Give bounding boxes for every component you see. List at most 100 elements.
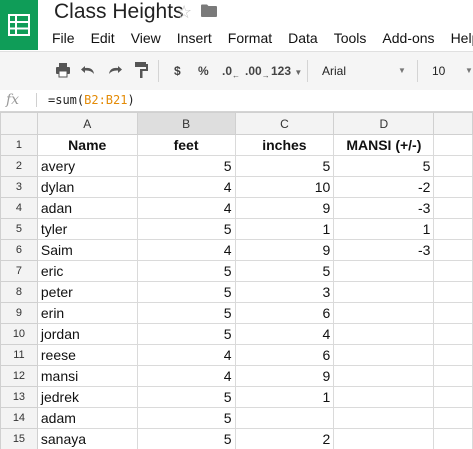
chevron-down-icon[interactable]: ▼: [465, 63, 473, 79]
cell-e[interactable]: [433, 281, 473, 303]
cell-b[interactable]: 5: [136, 155, 236, 177]
cell-b[interactable]: 5: [136, 428, 236, 449]
menu-item-help[interactable]: Help: [451, 29, 473, 47]
menu-item-add-ons[interactable]: Add-ons: [382, 29, 434, 47]
more-formats-button[interactable]: 123 ▼: [271, 63, 302, 79]
cell-c[interactable]: 9: [234, 197, 335, 219]
cell-c[interactable]: 6: [234, 302, 335, 324]
cell-c[interactable]: 1: [234, 218, 335, 240]
menu-item-data[interactable]: Data: [288, 29, 318, 47]
cell-b[interactable]: 4: [136, 344, 236, 366]
cell-a[interactable]: Saim: [36, 239, 138, 261]
row-header[interactable]: 15: [0, 428, 38, 449]
cell-e[interactable]: [433, 218, 473, 240]
cell-c[interactable]: 3: [234, 281, 335, 303]
menu-item-file[interactable]: File: [52, 29, 75, 47]
cell-d[interactable]: [333, 386, 435, 408]
cell-c[interactable]: inches: [234, 134, 335, 156]
row-header[interactable]: 3: [0, 176, 38, 198]
cell-a[interactable]: mansi: [36, 365, 138, 387]
row-header[interactable]: 4: [0, 197, 38, 219]
menu-item-edit[interactable]: Edit: [91, 29, 115, 47]
cell-d[interactable]: [333, 428, 435, 449]
cell-a[interactable]: avery: [36, 155, 138, 177]
decrease-decimals-button[interactable]: .0←: [222, 63, 240, 80]
cell-c[interactable]: [234, 407, 335, 429]
cell-a[interactable]: sanaya: [36, 428, 138, 449]
cell-d[interactable]: -2: [333, 176, 435, 198]
chevron-down-icon[interactable]: ▼: [398, 63, 406, 79]
row-header[interactable]: 11: [0, 344, 38, 366]
menu-item-format[interactable]: Format: [228, 29, 272, 47]
cell-c[interactable]: 10: [234, 176, 335, 198]
font-size-select[interactable]: 10: [432, 63, 445, 79]
cell-a[interactable]: reese: [36, 344, 138, 366]
cell-a[interactable]: erin: [36, 302, 138, 324]
cell-d[interactable]: [333, 407, 435, 429]
font-family-select[interactable]: Arial: [322, 63, 346, 79]
percent-format-button[interactable]: %: [198, 63, 209, 79]
row-header[interactable]: 10: [0, 323, 38, 345]
cell-e[interactable]: [433, 155, 473, 177]
cell-e[interactable]: [433, 302, 473, 324]
cell-b[interactable]: 5: [136, 386, 236, 408]
cell-b[interactable]: 5: [136, 407, 236, 429]
cell-d[interactable]: -3: [333, 197, 435, 219]
document-title[interactable]: Class Heights: [54, 0, 184, 24]
cell-b[interactable]: 4: [136, 239, 236, 261]
cell-a[interactable]: jordan: [36, 323, 138, 345]
print-icon[interactable]: [55, 62, 71, 78]
row-header[interactable]: 8: [0, 281, 38, 303]
cell-a[interactable]: peter: [36, 281, 138, 303]
formula-input[interactable]: =sum(B2:B21): [48, 92, 135, 108]
cell-e[interactable]: [433, 365, 473, 387]
cell-d[interactable]: [333, 365, 435, 387]
cell-a[interactable]: dylan: [36, 176, 138, 198]
cell-d[interactable]: [333, 323, 435, 345]
column-header-a[interactable]: A: [36, 112, 138, 135]
row-header[interactable]: 12: [0, 365, 38, 387]
column-header-b[interactable]: B: [136, 112, 236, 135]
column-header-e[interactable]: [433, 112, 473, 135]
cell-b[interactable]: 4: [136, 176, 236, 198]
cell-e[interactable]: [433, 407, 473, 429]
cell-a[interactable]: adan: [36, 197, 138, 219]
cell-c[interactable]: 9: [234, 239, 335, 261]
cell-b[interactable]: 5: [136, 218, 236, 240]
cell-e[interactable]: [433, 428, 473, 449]
row-header[interactable]: 2: [0, 155, 38, 177]
cell-e[interactable]: [433, 134, 473, 156]
cell-c[interactable]: 4: [234, 323, 335, 345]
cell-a[interactable]: Name: [36, 134, 138, 156]
cell-e[interactable]: [433, 386, 473, 408]
cell-b[interactable]: 4: [136, 365, 236, 387]
row-header[interactable]: 5: [0, 218, 38, 240]
cell-d[interactable]: MANSI (+/-): [333, 134, 435, 156]
cell-e[interactable]: [433, 176, 473, 198]
cell-b[interactable]: 5: [136, 281, 236, 303]
folder-icon[interactable]: [201, 4, 217, 22]
cell-b[interactable]: 5: [136, 260, 236, 282]
row-header[interactable]: 7: [0, 260, 38, 282]
cell-e[interactable]: [433, 197, 473, 219]
cell-d[interactable]: [333, 260, 435, 282]
row-header[interactable]: 6: [0, 239, 38, 261]
cell-a[interactable]: jedrek: [36, 386, 138, 408]
cell-c[interactable]: 5: [234, 155, 335, 177]
cell-e[interactable]: [433, 239, 473, 261]
menu-item-view[interactable]: View: [131, 29, 161, 47]
cell-a[interactable]: adam: [36, 407, 138, 429]
cell-c[interactable]: 2: [234, 428, 335, 449]
cell-c[interactable]: 5: [234, 260, 335, 282]
cell-d[interactable]: 1: [333, 218, 435, 240]
cell-e[interactable]: [433, 260, 473, 282]
cell-c[interactable]: 6: [234, 344, 335, 366]
star-icon[interactable]: ☆: [176, 1, 192, 23]
undo-icon[interactable]: [80, 62, 96, 78]
cell-b[interactable]: 5: [136, 323, 236, 345]
cell-d[interactable]: -3: [333, 239, 435, 261]
row-header[interactable]: 14: [0, 407, 38, 429]
cell-d[interactable]: 5: [333, 155, 435, 177]
menu-item-tools[interactable]: Tools: [334, 29, 367, 47]
cell-a[interactable]: tyler: [36, 218, 138, 240]
